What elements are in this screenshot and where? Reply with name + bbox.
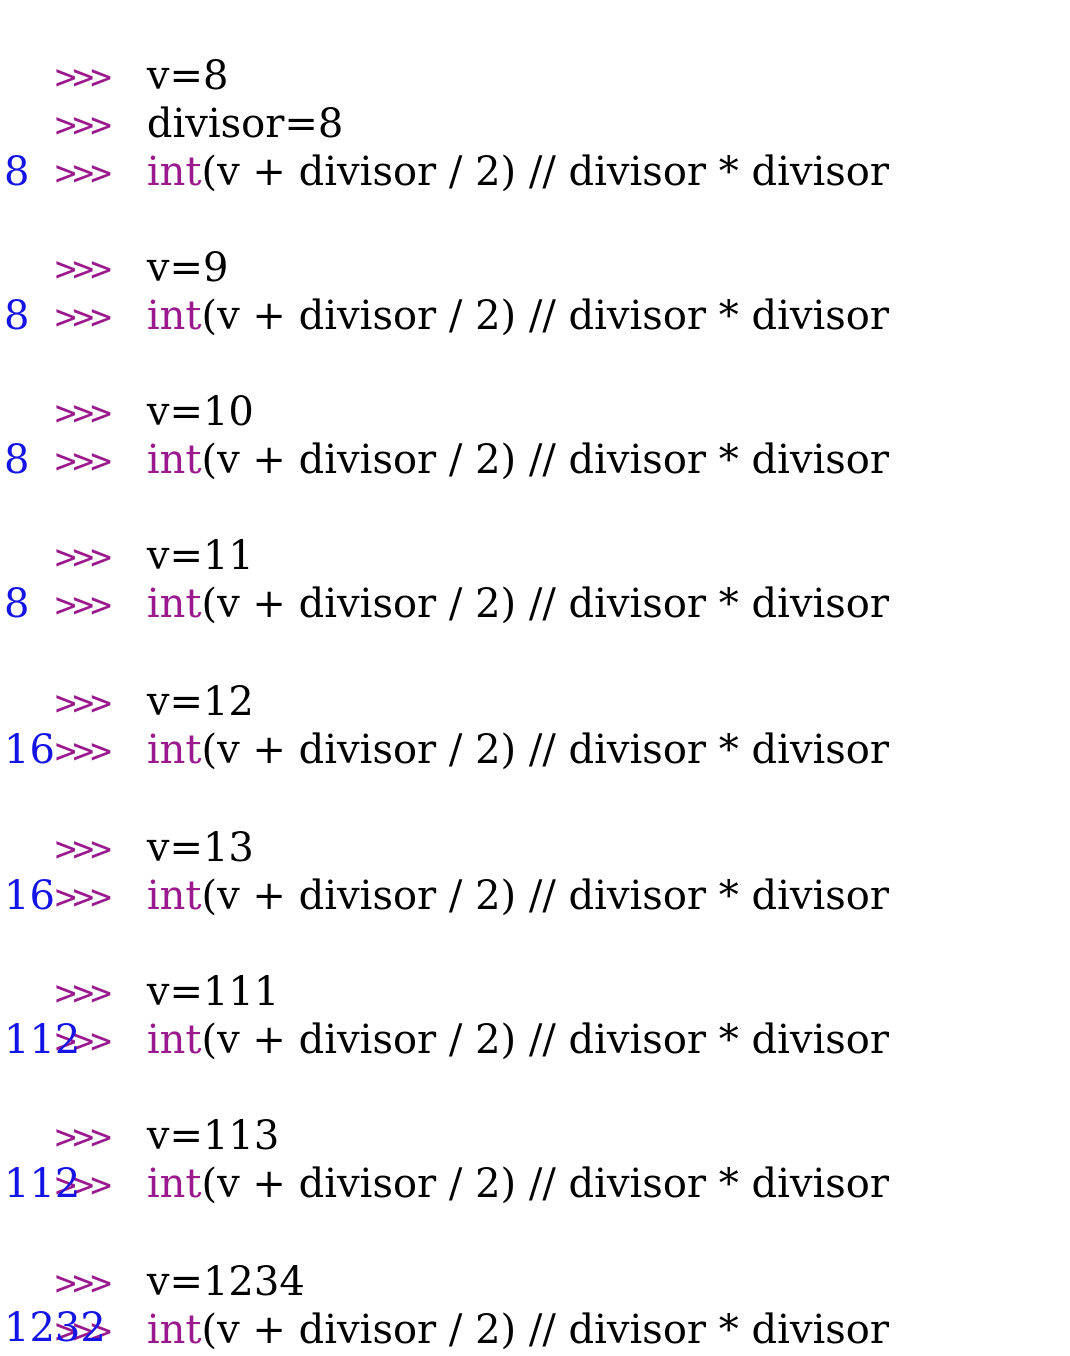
output-line: 8	[4, 149, 30, 195]
code-text: (v + divisor / 2) // divisor * divisor	[201, 149, 889, 195]
input-line: >>> int(v + divisor / 2) // divisor * div…	[4, 1258, 889, 1353]
output-line: 112	[4, 1017, 81, 1063]
input-line: >>> v=11	[4, 484, 254, 579]
input-line: >>> divisor=8	[4, 52, 343, 147]
code-text: (v + divisor / 2) // divisor * divisor	[201, 1161, 889, 1207]
input-line: >>> v=8	[4, 4, 229, 99]
code-text: (v + divisor / 2) // divisor * divisor	[201, 293, 889, 339]
code-text: (v + divisor / 2) // divisor * divisor	[201, 437, 889, 483]
keyword-token: int	[146, 873, 202, 919]
input-line: >>> int(v + divisor / 2) // divisor * div…	[4, 824, 889, 919]
prompt-marker: >>>	[54, 297, 112, 338]
keyword-token: int	[146, 437, 202, 483]
input-line: >>> int(v + divisor / 2) // divisor * div…	[4, 388, 889, 483]
code-text: (v + divisor / 2) // divisor * divisor	[201, 873, 889, 919]
prompt-marker: >>>	[54, 877, 112, 918]
keyword-token: int	[146, 727, 202, 773]
output-line: 8	[4, 581, 30, 627]
output-line: 112	[4, 1161, 81, 1207]
input-line: >>> v=9	[4, 196, 229, 291]
input-line: >>> v=111	[4, 920, 279, 1015]
input-line: >>> int(v + divisor / 2) // divisor * div…	[4, 678, 889, 773]
keyword-token: int	[146, 149, 202, 195]
keyword-token: int	[146, 293, 202, 339]
code-text: (v + divisor / 2) // divisor * divisor	[201, 581, 889, 627]
input-line: >>> int(v + divisor / 2) // divisor * div…	[4, 968, 889, 1063]
keyword-token: int	[146, 1017, 202, 1063]
prompt-marker: >>>	[54, 585, 112, 626]
output-line: 1232	[4, 1305, 106, 1351]
input-line: >>> int(v + divisor / 2) // divisor * div…	[4, 100, 889, 195]
keyword-token: int	[146, 581, 202, 627]
prompt-marker: >>>	[54, 441, 112, 482]
input-line: >>> v=13	[4, 776, 254, 871]
keyword-token: int	[146, 1307, 202, 1353]
code-text: (v + divisor / 2) // divisor * divisor	[201, 1017, 889, 1063]
input-line: >>> v=113	[4, 1064, 279, 1159]
prompt-marker: >>>	[54, 731, 112, 772]
python-shell-console[interactable]: >>> v=8 >>> divisor=8 >>> int(v + divisor /…	[0, 0, 1070, 1356]
output-line: 8	[4, 437, 30, 483]
input-line: >>> int(v + divisor / 2) // divisor * div…	[4, 1112, 889, 1207]
keyword-token: int	[146, 1161, 202, 1207]
input-line: >>> v=10	[4, 340, 254, 435]
input-line: >>> v=12	[4, 630, 254, 725]
output-line: 16	[4, 727, 55, 773]
code-text: (v + divisor / 2) // divisor * divisor	[201, 1307, 889, 1353]
output-line: 8	[4, 293, 30, 339]
input-line: >>> int(v + divisor / 2) // divisor * div…	[4, 244, 889, 339]
prompt-marker: >>>	[54, 153, 112, 194]
input-line: >>> v=1234	[4, 1210, 305, 1305]
output-line: 16	[4, 873, 55, 919]
input-line: >>> int(v + divisor / 2) // divisor * div…	[4, 532, 889, 627]
code-text: (v + divisor / 2) // divisor * divisor	[201, 727, 889, 773]
